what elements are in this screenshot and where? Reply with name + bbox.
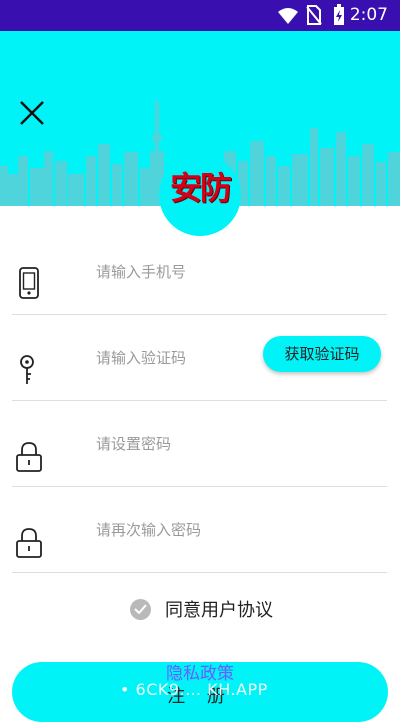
- phone-row: [12, 228, 387, 315]
- close-icon[interactable]: [18, 99, 46, 127]
- no-sim-icon: [306, 5, 322, 25]
- agreement-checkbox[interactable]: 同意用户协议: [130, 597, 273, 621]
- password-input[interactable]: [94, 428, 263, 460]
- logo-text: 安防: [169, 169, 232, 207]
- lock-icon: [16, 442, 42, 472]
- check-icon: [130, 598, 151, 620]
- phone-icon: [19, 267, 39, 299]
- watermark-text: • 6CK9.… KH.APP: [120, 680, 268, 699]
- code-input[interactable]: [94, 342, 263, 374]
- get-code-button[interactable]: 获取验证码: [263, 336, 381, 372]
- agreement-label: 同意用户协议: [165, 600, 273, 621]
- confirm-password-input[interactable]: [94, 514, 263, 546]
- phone-input[interactable]: [94, 256, 263, 288]
- lock-icon: [16, 528, 42, 558]
- password-row: [12, 400, 387, 487]
- wifi-icon: [278, 8, 298, 24]
- confirm-password-row: [12, 486, 387, 573]
- key-icon: [20, 355, 34, 384]
- battery-charging-icon: [334, 4, 344, 25]
- app-logo: 安防: [159, 154, 241, 236]
- status-bar: 2:07: [0, 0, 400, 31]
- code-row: 获取验证码: [12, 314, 387, 401]
- status-time: 2:07: [349, 5, 388, 25]
